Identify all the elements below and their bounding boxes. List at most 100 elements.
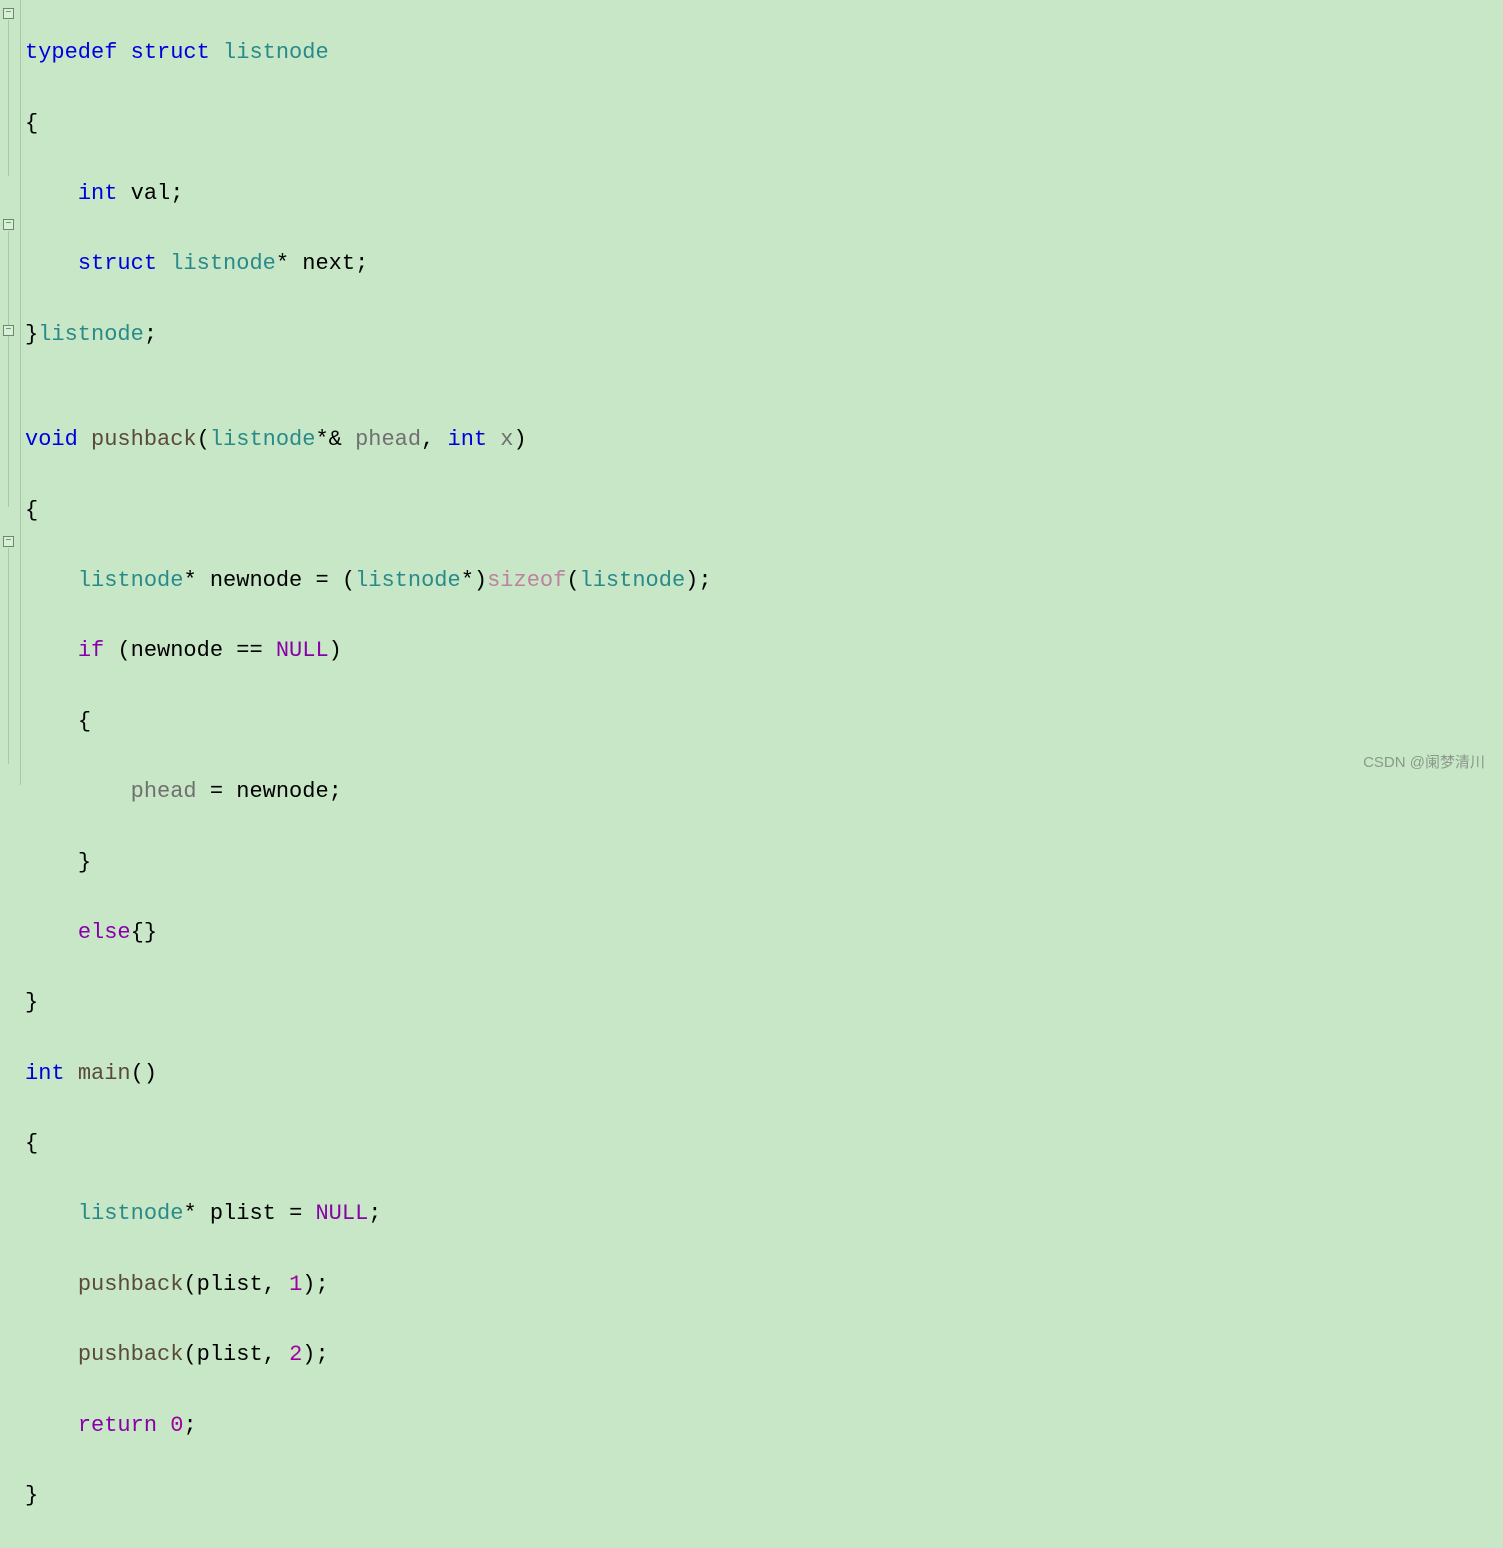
code-line: } [25, 845, 1503, 880]
type-name: listnode [78, 1201, 184, 1226]
keyword-struct: struct [78, 251, 157, 276]
code-line: } [25, 1478, 1503, 1513]
code-line: if (newnode == NULL) [25, 633, 1503, 668]
code-line: pushback(plist, 2); [25, 1337, 1503, 1372]
paren: ( [131, 1061, 144, 1086]
brace: } [25, 1483, 38, 1508]
brace: { [25, 498, 38, 523]
operator-eq: = [289, 1201, 315, 1226]
code-line: }listnode; [25, 317, 1503, 352]
operator-eq: = [210, 779, 236, 804]
identifier: plist [197, 1201, 289, 1226]
operator-star: * [315, 427, 328, 452]
semicolon: ; [144, 322, 157, 347]
function-call: pushback [78, 1342, 184, 1367]
keyword-else: else [78, 920, 131, 945]
operator-eq: = [315, 568, 341, 593]
identifier: newnode [131, 638, 237, 663]
brace: } [25, 990, 38, 1015]
code-line: phead = newnode; [25, 774, 1503, 809]
paren: ) [514, 427, 527, 452]
fold-toggle-icon[interactable]: − [3, 536, 14, 547]
comma: , [263, 1272, 289, 1297]
code-line: struct listnode* next; [25, 246, 1503, 281]
code-line: void pushback(listnode*& phead, int x) [25, 422, 1503, 457]
null-literal: NULL [315, 1201, 368, 1226]
paren: ( [566, 568, 579, 593]
fold-line [8, 20, 9, 176]
parameter: phead [355, 427, 421, 452]
paren: ) [474, 568, 487, 593]
code-line: listnode* plist = NULL; [25, 1196, 1503, 1231]
fold-toggle-icon[interactable]: − [3, 325, 14, 336]
fold-line [8, 548, 9, 764]
semicolon: ; [315, 1272, 328, 1297]
semicolon: ; [329, 779, 342, 804]
operator-eqeq: == [236, 638, 276, 663]
code-line: } [25, 985, 1503, 1020]
space [157, 1413, 170, 1438]
function-name: main [78, 1061, 131, 1086]
code-line: { [25, 704, 1503, 739]
keyword-int: int [25, 1061, 65, 1086]
keyword-return: return [78, 1413, 157, 1438]
code-line: return 0; [25, 1408, 1503, 1443]
function-name: pushback [91, 427, 197, 452]
type-name: listnode [170, 251, 276, 276]
code-editor[interactable]: typedef struct listnode { int val; struc… [20, 0, 1503, 785]
identifier: next [289, 251, 355, 276]
keyword-sizeof: sizeof [487, 568, 566, 593]
fold-toggle-icon[interactable]: − [3, 8, 14, 19]
code-line: typedef struct listnode [25, 35, 1503, 70]
parameter: x [487, 427, 513, 452]
paren: ( [197, 427, 210, 452]
keyword-struct: struct [131, 40, 210, 65]
identifier: plist [197, 1272, 263, 1297]
semicolon: ; [183, 1413, 196, 1438]
operator-star: * [183, 568, 196, 593]
type-name: listnode [580, 568, 686, 593]
type-name: listnode [210, 427, 316, 452]
function-call: pushback [78, 1272, 184, 1297]
watermark: CSDN @阑梦清川 [1363, 751, 1485, 775]
brace: } [78, 850, 91, 875]
fold-toggle-icon[interactable]: − [3, 219, 14, 230]
keyword-void: void [25, 427, 78, 452]
brace: } [144, 920, 157, 945]
code-line: { [25, 1126, 1503, 1161]
semicolon: ; [315, 1342, 328, 1367]
code-line: { [25, 106, 1503, 141]
comma: , [421, 427, 447, 452]
operator-star: * [461, 568, 474, 593]
keyword-int: int [78, 181, 118, 206]
brace: } [25, 322, 38, 347]
semicolon: ; [368, 1201, 381, 1226]
fold-line [8, 231, 9, 507]
number-literal: 2 [289, 1342, 302, 1367]
paren: ( [104, 638, 130, 663]
code-line: int main() [25, 1056, 1503, 1091]
fold-gutter: − − − − [0, 0, 20, 785]
code-line: else{} [25, 915, 1503, 950]
identifier: newnode [236, 779, 328, 804]
type-name: listnode [78, 568, 184, 593]
number-literal: 0 [170, 1413, 183, 1438]
paren: ( [183, 1272, 196, 1297]
type-name: listnode [38, 322, 144, 347]
code-line: int val; [25, 176, 1503, 211]
keyword-typedef: typedef [25, 40, 117, 65]
semicolon: ; [698, 568, 711, 593]
brace: { [25, 111, 38, 136]
brace: { [25, 1131, 38, 1156]
semicolon: ; [355, 251, 368, 276]
paren: ) [329, 638, 342, 663]
paren: ( [183, 1342, 196, 1367]
number-literal: 1 [289, 1272, 302, 1297]
operator-star: * [183, 1201, 196, 1226]
type-name: listnode [223, 40, 329, 65]
paren: ) [302, 1272, 315, 1297]
keyword-if: if [78, 638, 104, 663]
identifier: val [117, 181, 170, 206]
brace: { [78, 709, 91, 734]
paren: ) [302, 1342, 315, 1367]
